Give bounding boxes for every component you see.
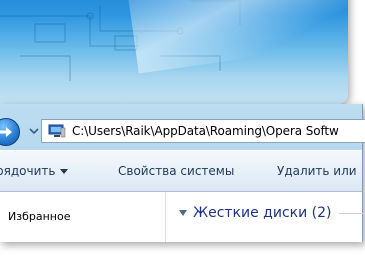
command-bar: рядочить Свойства системы Удалить или bbox=[0, 150, 362, 192]
group-header-label: Жесткие диски (2) bbox=[193, 205, 332, 221]
forward-button[interactable] bbox=[0, 118, 20, 146]
organize-label: рядочить bbox=[0, 164, 56, 178]
hard-drives-group[interactable]: Жесткие диски (2) bbox=[179, 205, 365, 221]
navigation-pane: Избранное bbox=[0, 192, 165, 242]
dropdown-arrow-icon bbox=[60, 169, 69, 174]
screenshot-canvas: C:\Users\Raik\AppData\Roaming\Opera Soft… bbox=[0, 0, 365, 260]
pane-splitter[interactable] bbox=[165, 192, 166, 242]
uninstall-button[interactable]: Удалить или bbox=[277, 164, 357, 178]
system-properties-button[interactable]: Свойства системы bbox=[118, 164, 234, 178]
address-path: C:\Users\Raik\AppData\Roaming\Opera Soft… bbox=[72, 124, 339, 138]
favorites-item[interactable]: Избранное bbox=[8, 210, 70, 223]
explorer-window: C:\Users\Raik\AppData\Roaming\Opera Soft… bbox=[0, 104, 365, 242]
forward-arrow-icon bbox=[0, 127, 12, 137]
organize-button[interactable]: рядочить bbox=[0, 164, 69, 178]
navigation-row: C:\Users\Raik\AppData\Roaming\Opera Soft… bbox=[0, 104, 365, 150]
window-title-glass bbox=[0, 0, 348, 104]
chevron-down-icon[interactable] bbox=[29, 127, 39, 135]
computer-icon bbox=[48, 124, 66, 138]
address-bar[interactable]: C:\Users\Raik\AppData\Roaming\Opera Soft… bbox=[41, 119, 365, 143]
group-divider bbox=[339, 212, 365, 214]
triangle-down-icon[interactable] bbox=[179, 210, 187, 216]
explorer-content: Избранное Жесткие диски (2) bbox=[0, 192, 365, 242]
